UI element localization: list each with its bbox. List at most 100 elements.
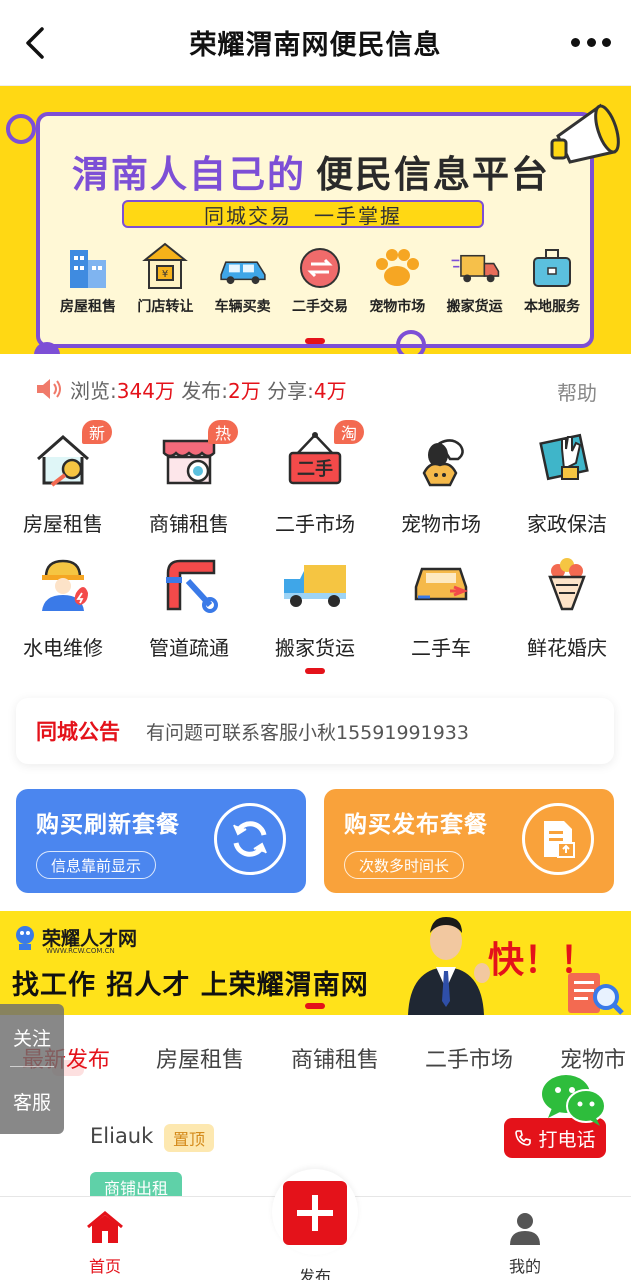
category-label: 管道疏通 [149, 636, 229, 660]
follow-button[interactable]: 关注 [13, 1024, 51, 1051]
category-label: 商铺租售 [149, 512, 229, 536]
category-store[interactable]: 热 商铺租售 [126, 418, 252, 540]
tab-house[interactable]: 房屋租售 [156, 1042, 244, 1074]
banner-category: ¥ 门店转让 [127, 238, 203, 316]
spokesperson-image [408, 917, 490, 1015]
stats-row: 浏览:344万 发布:2万 分享:4万 帮助 [0, 366, 631, 410]
tab-pet[interactable]: 宠物市 [560, 1042, 626, 1074]
recruitment-banner[interactable]: 荣耀人才网 WWW.RCW.COM.CN 找工作 招人才 上荣耀渭南网 快！！ [0, 911, 631, 1015]
banner-category: 二手交易 [282, 238, 358, 316]
publish-package-card[interactable]: 购买发布套餐 次数多时间长 [324, 789, 614, 893]
pinned-badge: 置顶 [164, 1124, 214, 1152]
banner-category-label: 门店转让 [137, 299, 194, 315]
announcement-title: 同城公告 [36, 720, 120, 744]
new-badge: 新 [82, 420, 112, 444]
used-car-icon [414, 567, 469, 601]
banner-heading-part2: 便民信息平台 [316, 153, 550, 196]
call-button-label: 打电话 [538, 1128, 596, 1151]
banner-category-label: 车辆买卖 [214, 299, 271, 315]
user-icon [510, 1213, 540, 1245]
post-username: Eliauk [90, 1124, 154, 1148]
banner-category-row: 房屋租售 ¥ 门店转让 车辆买卖 二手交易 宠物市场 搬家货运 本地服务 [50, 238, 590, 316]
decor-ring [6, 114, 36, 144]
category-flowers[interactable]: 鲜花婚庆 [504, 542, 630, 664]
category-label: 水电维修 [23, 636, 103, 660]
banner-category-label: 宠物市场 [369, 299, 426, 315]
category-pet[interactable]: 宠物市场 [378, 418, 504, 540]
divider [10, 1066, 54, 1067]
category-secondhand[interactable]: 二手 淘 二手市场 [252, 418, 378, 540]
banner-heading-part1: 渭南人自己的 [72, 153, 306, 196]
tab-store[interactable]: 商铺租售 [291, 1042, 379, 1074]
announcement-text: 有问题可联系客服小秋15591991933 [146, 721, 469, 744]
category-used-car[interactable]: 二手车 [378, 542, 504, 664]
decor-ring [396, 330, 426, 354]
promo-banner[interactable]: 渭南人自己的 便民信息平台 同城交易 一手掌握 房屋租售 ¥ 门店转让 车辆买卖 … [0, 86, 631, 354]
nav-home-label: 首页 [88, 1257, 121, 1276]
wechat-icon[interactable] [540, 1072, 608, 1128]
nav-me[interactable]: 我的 [475, 1211, 575, 1277]
category-label: 鲜花婚庆 [527, 636, 607, 660]
publish-package-subtitle: 次数多时间长 [344, 851, 465, 879]
pipe-wrench-icon [166, 559, 218, 613]
publish-package-title: 购买发布套餐 [344, 812, 488, 838]
nav-publish[interactable]: 发布 [265, 1211, 365, 1280]
svg-text:二手: 二手 [297, 458, 333, 480]
category-grid: 新 房屋租售 热 商铺租售 二手 淘 二手市场 宠物市场 家政保洁 水电维修 管… [0, 418, 631, 680]
page-title: 荣耀渭南网便民信息 [189, 30, 442, 61]
recruit-slogan: 找工作 招人才 上荣耀渭南网 [12, 970, 369, 1001]
nav-publish-label: 发布 [298, 1267, 331, 1280]
more-options-button[interactable] [571, 30, 611, 54]
tao-badge: 淘 [334, 420, 364, 444]
cleaning-glove-icon [539, 433, 589, 481]
category-label: 搬家货运 [275, 636, 355, 660]
flower-bouquet-icon [548, 558, 586, 611]
category-label: 宠物市场 [401, 512, 481, 536]
recruit-logo-url: WWW.RCW.COM.CN [46, 947, 115, 955]
carousel-indicator [305, 338, 325, 344]
mascot-icon [16, 926, 34, 950]
category-electrician[interactable]: 水电维修 [0, 542, 126, 664]
speaker-icon [37, 379, 61, 399]
tab-secondhand[interactable]: 二手市场 [425, 1042, 513, 1074]
chevron-left-icon [26, 27, 44, 59]
announcement-bar[interactable]: 同城公告 有问题可联系客服小秋15591991933 [16, 698, 614, 764]
building-icon [70, 250, 106, 288]
refresh-package-title: 购买刷新套餐 [36, 812, 180, 838]
category-pipe[interactable]: 管道疏通 [126, 542, 252, 664]
banner-category: 房屋租售 [50, 238, 126, 316]
shares-label: 分享: [267, 379, 314, 403]
toolbox-icon [532, 249, 571, 287]
svg-text:¥: ¥ [162, 269, 168, 280]
views-label: 浏览: [70, 379, 117, 403]
bottom-navigation: 首页 发布 我的 [0, 1169, 631, 1280]
views-value: 344万 [116, 379, 175, 403]
grid-page-indicator [305, 668, 325, 674]
top-nav-bar: 荣耀渭南网便民信息 [0, 0, 631, 86]
posts-label: 发布: [181, 379, 229, 403]
help-link[interactable]: 帮助 [557, 377, 597, 406]
document-upload-icon [522, 803, 594, 875]
refresh-package-subtitle: 信息靠前显示 [36, 851, 157, 879]
dot-icon [571, 37, 580, 47]
recruit-logo: 荣耀人才网 WWW.RCW.COM.CN [12, 923, 137, 955]
category-label: 二手市场 [275, 512, 355, 536]
category-label: 家政保洁 [527, 512, 607, 536]
stats-text: 浏览:344万 发布:2万 分享:4万 [70, 375, 347, 404]
category-cleaning[interactable]: 家政保洁 [504, 418, 630, 540]
refresh-package-card[interactable]: 购买刷新套餐 信息靠前显示 [16, 789, 306, 893]
phone-icon [515, 1130, 532, 1146]
refresh-icon [214, 803, 286, 875]
car-icon [220, 261, 266, 285]
banner-category-label: 搬家货运 [446, 299, 503, 315]
banner-category: 搬家货运 [437, 238, 513, 316]
category-moving[interactable]: 搬家货运 [252, 542, 378, 664]
back-button[interactable] [18, 24, 52, 62]
category-house[interactable]: 新 房屋租售 [0, 418, 126, 540]
nav-home[interactable]: 首页 [55, 1211, 155, 1277]
banner-category: 车辆买卖 [205, 238, 281, 316]
banner-subtitle: 同城交易 一手掌握 [122, 200, 484, 228]
banner-category-label: 二手交易 [291, 299, 348, 315]
banner-category: 本地服务 [514, 238, 590, 316]
exchange-icon [299, 248, 340, 288]
